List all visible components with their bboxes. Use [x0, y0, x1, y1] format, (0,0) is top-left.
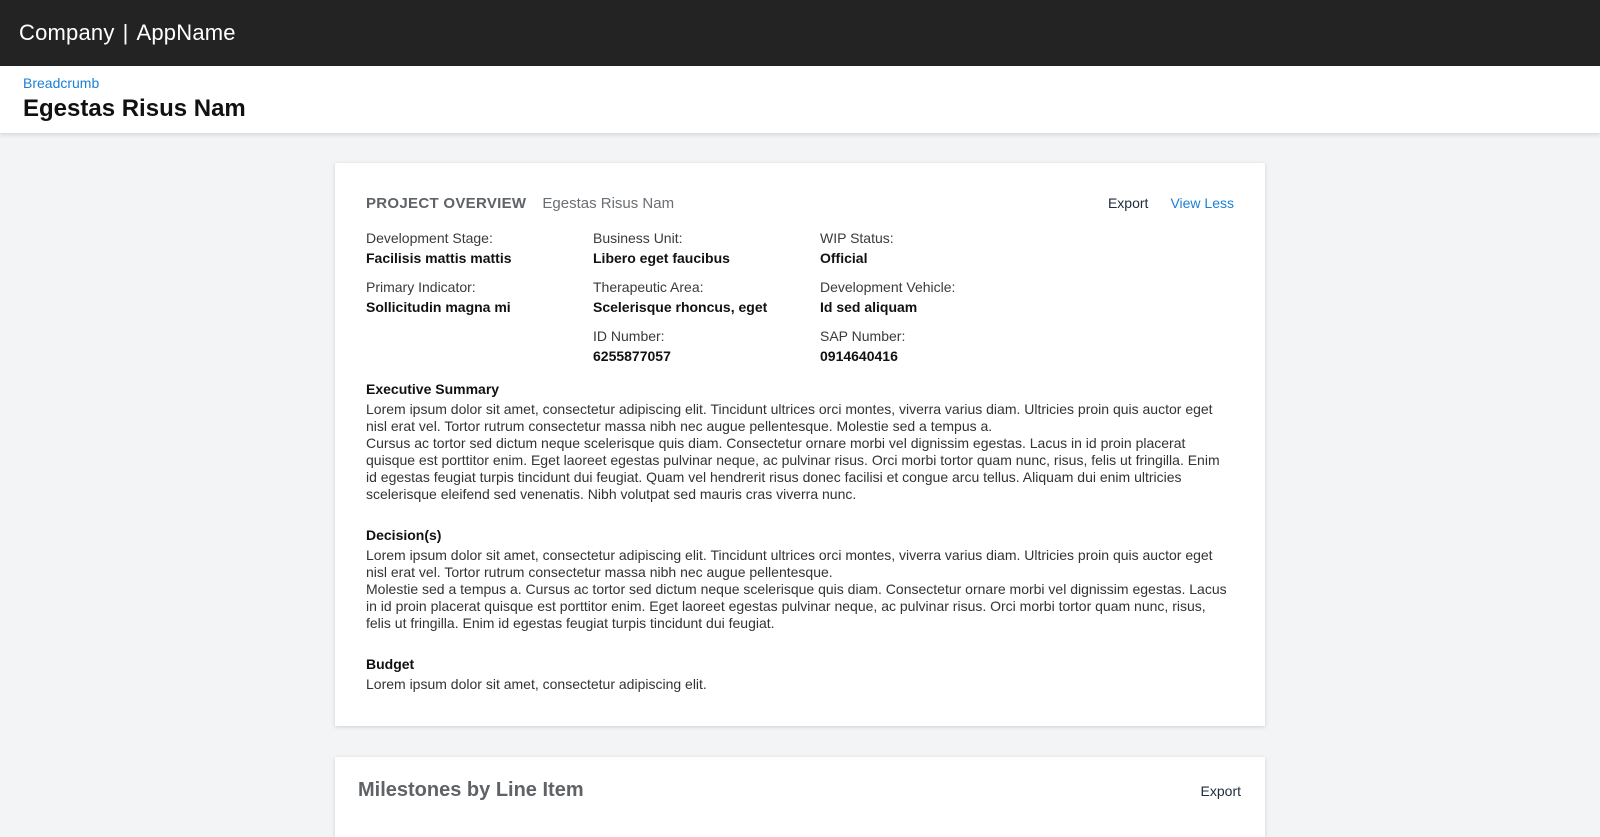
budget-title: Budget	[366, 656, 415, 672]
field-label: Therapeutic Area:	[593, 279, 704, 295]
field-value: Sollicitudin magna mi	[366, 299, 511, 315]
decisions: Decision(s) Lorem ipsum dolor sit amet, …	[366, 525, 1234, 632]
executive-summary: Executive Summary Lorem ipsum dolor sit …	[366, 379, 1234, 503]
executive-summary-paragraph: Cursus ac tortor sed dictum neque sceler…	[366, 435, 1220, 502]
field-label: Development Stage:	[366, 230, 493, 246]
budget-paragraph: Lorem ipsum dolor sit amet, consectetur …	[366, 676, 707, 692]
field-value: Official	[820, 250, 868, 266]
field-label: ID Number:	[593, 328, 665, 344]
field-value: Scelerisque rhoncus, eget	[593, 299, 768, 315]
field-label: Primary Indicator:	[366, 279, 476, 295]
field-wip-status: WIP Status: Official	[820, 229, 1047, 270]
milestones-card: Milestones by Line Item Export	[335, 757, 1265, 837]
section-subtitle: Egestas Risus Nam	[542, 195, 675, 212]
field-label: SAP Number:	[820, 328, 906, 344]
field-development-stage: Development Stage: Facilisis mattis matt…	[366, 229, 593, 270]
field-value: 6255877057	[593, 348, 671, 364]
milestones-title: Milestones by Line Item	[358, 779, 584, 801]
milestones-export-button[interactable]: Export	[1201, 783, 1241, 799]
brand-separator: |	[122, 20, 129, 45]
company-name: Company	[19, 20, 115, 45]
field-id-number: ID Number: 6255877057	[593, 327, 820, 368]
executive-summary-paragraph: Lorem ipsum dolor sit amet, consectetur …	[366, 401, 1213, 434]
field-development-vehicle: Development Vehicle: Id sed aliquam	[820, 278, 1047, 319]
field-value: Facilisis mattis mattis	[366, 250, 512, 266]
view-less-button[interactable]: View Less	[1170, 195, 1234, 211]
field-value: Libero eget faucibus	[593, 250, 730, 266]
field-primary-indicator: Primary Indicator: Sollicitudin magna mi	[366, 278, 593, 319]
breadcrumb[interactable]: Breadcrumb	[23, 75, 99, 91]
page-title: Egestas Risus Nam	[23, 95, 246, 122]
milestones-header: Milestones by Line Item Export	[358, 779, 1241, 802]
field-therapeutic-area: Therapeutic Area: Scelerisque rhoncus, e…	[593, 278, 820, 319]
page-header: Breadcrumb Egestas Risus Nam	[0, 66, 1600, 133]
app-name: AppName	[136, 20, 236, 45]
field-label: Development Vehicle:	[820, 279, 956, 295]
export-button[interactable]: Export	[1108, 195, 1148, 211]
overview-fields: Development Stage: Facilisis mattis matt…	[366, 229, 1234, 368]
decisions-paragraph: Molestie sed a tempus a. Cursus ac torto…	[366, 581, 1227, 631]
executive-summary-title: Executive Summary	[366, 381, 500, 397]
budget: Budget Lorem ipsum dolor sit amet, conse…	[366, 654, 1234, 693]
field-label: Business Unit:	[593, 230, 683, 246]
field-value: 0914640416	[820, 348, 898, 364]
decisions-title: Decision(s)	[366, 527, 442, 543]
section-title: PROJECT OVERVIEW	[366, 195, 527, 212]
project-overview-header: PROJECT OVERVIEW Egestas Risus Nam Expor…	[366, 195, 1234, 221]
field-value: Id sed aliquam	[820, 299, 918, 315]
card-actions: Export View Less	[1108, 195, 1234, 211]
field-business-unit: Business Unit: Libero eget faucibus	[593, 229, 820, 270]
field-label: WIP Status:	[820, 230, 894, 246]
field-empty	[366, 327, 593, 368]
decisions-paragraph: Lorem ipsum dolor sit amet, consectetur …	[366, 547, 1213, 580]
field-sap-number: SAP Number: 0914640416	[820, 327, 1047, 368]
top-app-bar: Company | AppName	[0, 0, 1600, 66]
project-overview-card: PROJECT OVERVIEW Egestas Risus Nam Expor…	[335, 163, 1265, 726]
